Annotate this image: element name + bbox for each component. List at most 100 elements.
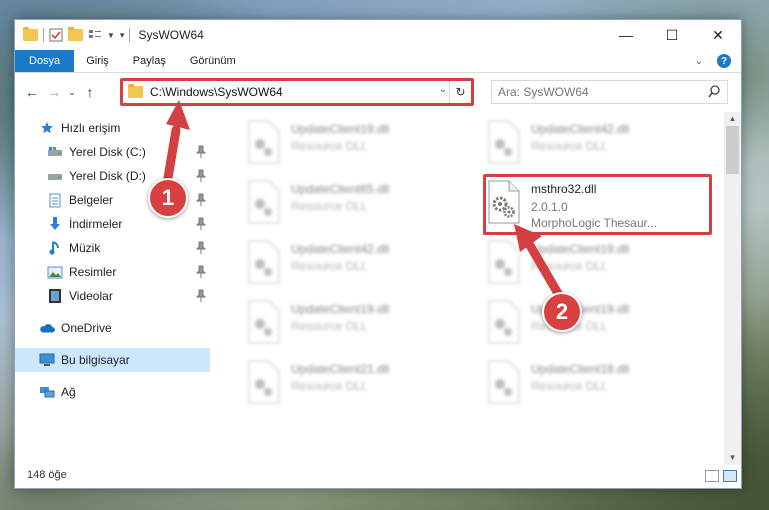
dll-file-icon <box>248 120 280 164</box>
file-type: Resource DLL <box>291 259 368 273</box>
details-view-icon[interactable] <box>705 470 719 482</box>
file-name: UpdateClient18.dll <box>531 362 630 376</box>
file-item[interactable]: UpdateClient18.dll Resource DLL <box>485 360 715 410</box>
file-type: Resource DLL <box>291 199 368 213</box>
quick-access-toolbar: ▼ ▾ <box>15 27 131 42</box>
file-item[interactable]: UpdateClient21.dll Resource DLL <box>245 360 475 410</box>
star-icon <box>39 120 55 136</box>
large-icons-view-icon[interactable] <box>723 470 737 482</box>
pictures-icon <box>47 264 63 280</box>
item-count: 148 öğe <box>27 469 67 481</box>
nav-item-music[interactable]: Müzik <box>15 236 210 260</box>
nav-item-label: Müzik <box>69 241 101 255</box>
file-name: UpdateClient19.dll <box>291 122 390 136</box>
search-box[interactable] <box>491 80 728 104</box>
drive-icon <box>47 168 63 184</box>
file-item[interactable]: UpdateClient19.dll Resource DLL <box>245 120 475 170</box>
file-name: UpdateClient19.dll <box>291 302 390 316</box>
back-button[interactable]: ← <box>21 84 43 100</box>
file-item[interactable]: UpdateClient42.dll Resource DLL <box>245 240 475 290</box>
maximize-button[interactable]: ☐ <box>649 20 695 50</box>
step-2-badge: 2 <box>542 292 582 332</box>
view-options-icon[interactable] <box>88 28 102 42</box>
customize-toolbar-icon[interactable]: ▾ <box>120 30 125 41</box>
nav-item-label: İndirmeler <box>69 217 123 231</box>
nav-item-videos[interactable]: Videolar <box>15 284 210 308</box>
nav-item-label: Videolar <box>69 289 113 303</box>
file-type: Resource DLL <box>531 379 608 393</box>
file-type: Resource DLL <box>291 319 368 333</box>
drive-icon <box>47 144 63 160</box>
dll-file-icon <box>248 180 280 224</box>
scroll-up-button[interactable]: ▲ <box>724 112 741 126</box>
ribbon-tabs: Dosya Giriş Paylaş Görünüm ⌄ ? <box>15 50 741 73</box>
address-row: ← → ⌄ ↑ C:\Windows\SysWOW64 ⌄ ↻ <box>15 78 741 106</box>
folder-icon <box>23 27 38 41</box>
tab-gorunum[interactable]: Görünüm <box>178 50 248 72</box>
nav-item-label: OneDrive <box>61 321 112 335</box>
file-name: UpdateClient21.dll <box>291 362 390 376</box>
vertical-scrollbar[interactable]: ▲ ▼ <box>724 112 741 465</box>
documents-icon <box>47 192 63 208</box>
nav-item-label: Belgeler <box>69 193 114 207</box>
nav-item-this-pc[interactable]: Bu bilgisayar <box>15 348 210 372</box>
pin-icon[interactable] <box>196 217 206 231</box>
pin-icon[interactable] <box>196 265 206 279</box>
tab-paylas[interactable]: Paylaş <box>121 50 178 72</box>
videos-icon <box>47 288 63 304</box>
expand-ribbon-icon[interactable]: ⌄ <box>695 56 703 67</box>
properties-icon[interactable] <box>49 28 63 42</box>
close-button[interactable]: ✕ <box>695 20 741 50</box>
pin-icon[interactable] <box>196 289 206 303</box>
forward-button[interactable]: → <box>43 84 65 100</box>
cloud-icon <box>39 320 55 336</box>
minimize-button[interactable]: — <box>603 20 649 50</box>
nav-item-label: Bu bilgisayar <box>61 353 130 367</box>
computer-icon <box>39 352 55 368</box>
nav-item-pictures[interactable]: Resimler <box>15 260 210 284</box>
dll-file-icon <box>248 360 280 404</box>
explorer-window: ▼ ▾ SysWOW64 — ☐ ✕ Dosya Giriş Paylaş Gö… <box>14 19 742 489</box>
status-bar: 148 öğe <box>15 462 741 488</box>
nav-item-downloads[interactable]: İndirmeler <box>15 212 210 236</box>
toolbar-separator <box>129 28 131 42</box>
file-name: UpdateClient42.dll <box>291 242 390 256</box>
nav-item-label: Yerel Disk (C:) <box>69 145 146 159</box>
chevron-down-icon[interactable]: ▼ <box>107 31 115 40</box>
file-name: UpdateClient65.dll <box>291 182 390 196</box>
nav-item-label: Yerel Disk (D:) <box>69 169 146 183</box>
nav-item-onedrive[interactable]: OneDrive <box>15 316 210 340</box>
pin-icon[interactable] <box>196 241 206 255</box>
file-type: Resource DLL <box>531 139 608 153</box>
up-button[interactable]: ↑ <box>79 84 101 100</box>
new-folder-icon[interactable] <box>68 27 83 41</box>
file-item[interactable]: UpdateClient19.dll Resource DLL <box>245 300 475 350</box>
nav-item-label: Resimler <box>69 265 117 279</box>
file-type: Resource DLL <box>291 379 368 393</box>
download-icon <box>47 216 63 232</box>
dll-file-icon <box>488 360 520 404</box>
file-name: UpdateClient42.dll <box>531 122 630 136</box>
network-icon <box>39 384 55 400</box>
search-icon[interactable] <box>708 85 720 99</box>
file-item[interactable]: UpdateClient65.dll Resource DLL <box>245 180 475 230</box>
scroll-thumb[interactable] <box>726 126 739 174</box>
help-icon[interactable]: ? <box>717 54 731 68</box>
music-icon <box>47 240 63 256</box>
nav-item-label: Ağ <box>61 385 76 399</box>
file-item[interactable]: UpdateClient42.dll Resource DLL <box>485 120 715 170</box>
file-list: UpdateClient19.dll Resource DLL UpdateCli… <box>225 112 725 457</box>
dll-file-icon <box>248 240 280 284</box>
nav-item-network[interactable]: Ağ <box>15 380 210 404</box>
dll-file-icon <box>248 300 280 344</box>
title-bar: ▼ ▾ SysWOW64 — ☐ ✕ <box>15 20 741 50</box>
step-1-badge: 1 <box>148 178 188 218</box>
window-title: SysWOW64 <box>138 28 204 42</box>
dll-file-icon <box>488 120 520 164</box>
tab-giris[interactable]: Giriş <box>74 50 121 72</box>
recent-locations-button[interactable]: ⌄ <box>65 87 79 98</box>
tab-dosya[interactable]: Dosya <box>15 50 75 72</box>
search-input[interactable] <box>498 85 698 99</box>
file-type: Resource DLL <box>291 139 368 153</box>
toolbar-separator <box>43 28 44 42</box>
